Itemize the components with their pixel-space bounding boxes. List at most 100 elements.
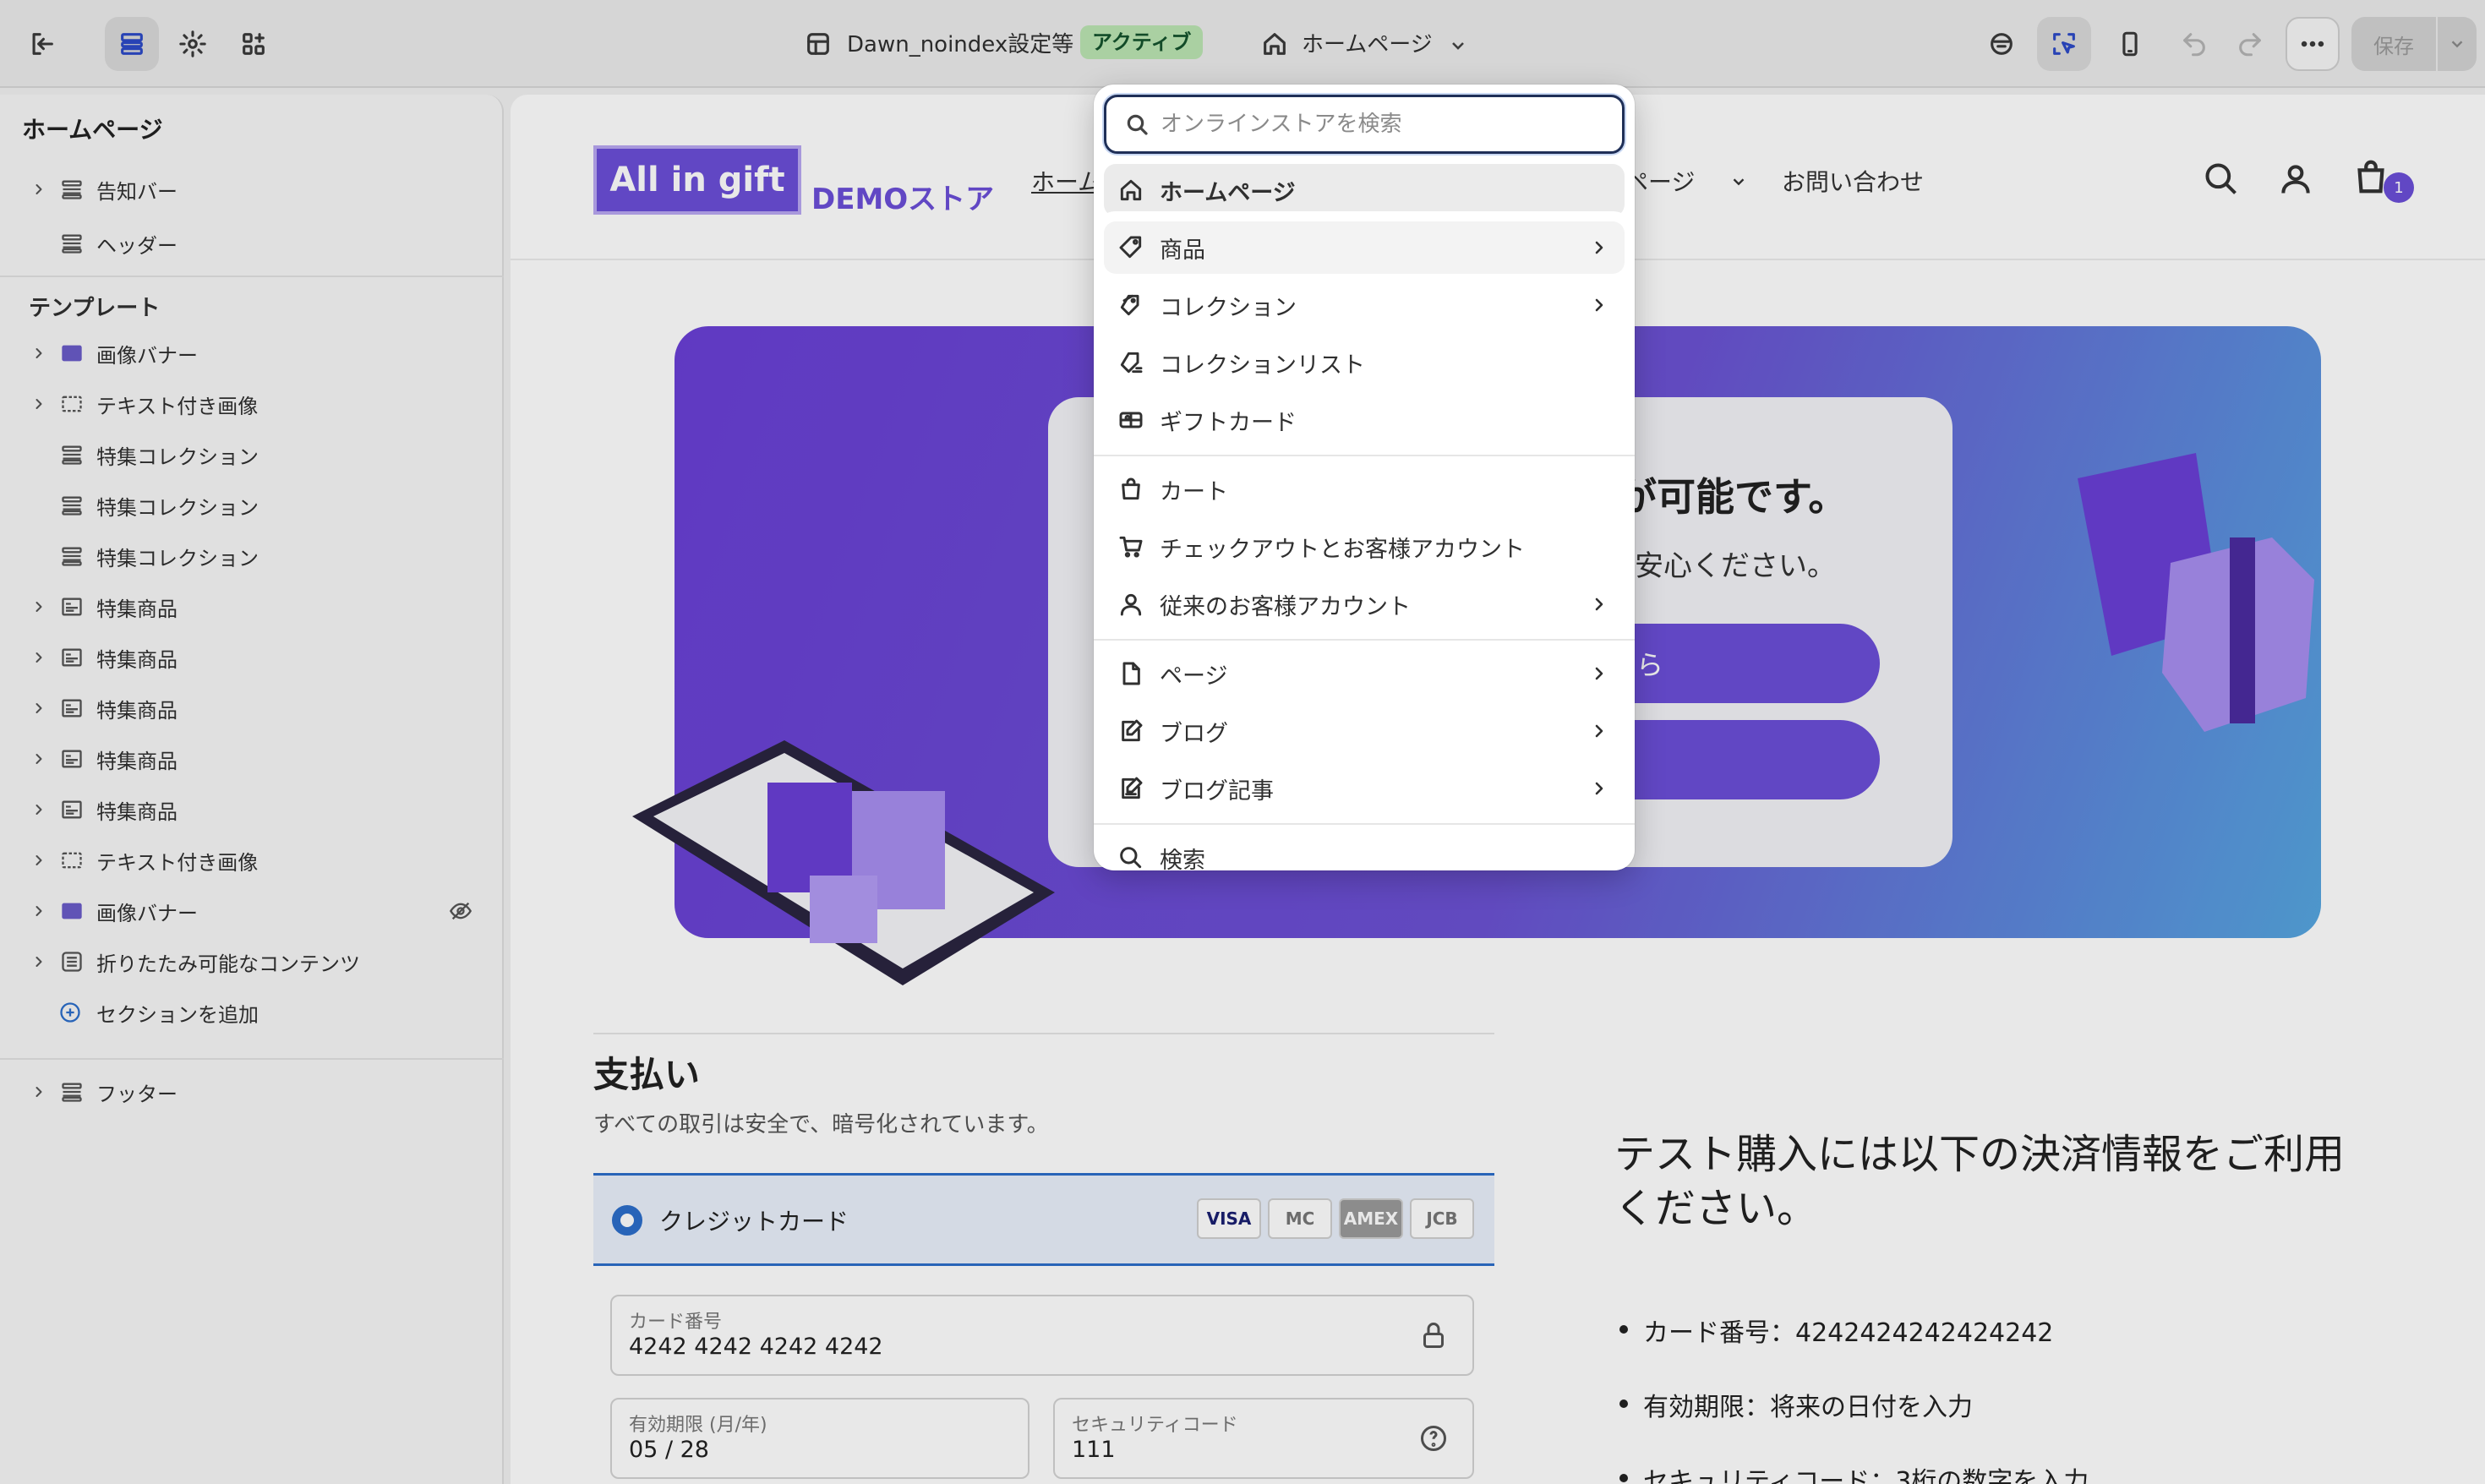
nav-pages[interactable]: ページ (1625, 164, 1695, 198)
chevron-right-icon[interactable] (30, 598, 47, 615)
card-number-label: カード番号 (629, 1312, 723, 1333)
menu-item-label: ギフトカード (1160, 409, 1297, 436)
sidebar-section-item[interactable]: 特集コレクション (0, 532, 504, 580)
credit-card-radio[interactable] (612, 1205, 642, 1236)
menu-item[interactable]: コレクション (1104, 279, 1625, 331)
chevron-right-icon[interactable] (30, 750, 47, 767)
blog-post-icon (1117, 775, 1144, 802)
sidebar-item-label: 特集商品 (96, 647, 178, 672)
sidebar-section-item[interactable]: フッター (0, 1068, 504, 1116)
theme-name: Dawn_noindex設定等 (847, 32, 1074, 57)
sidebar-section-item[interactable]: 特集商品 (0, 583, 504, 630)
menu-item[interactable]: ページ (1104, 647, 1625, 700)
sidebar-section-item[interactable]: 折りたたみ可能なコンテンツ (0, 938, 504, 985)
sidebar-item-label: 特集商品 (96, 749, 178, 773)
account-icon[interactable] (2277, 161, 2314, 198)
chevron-right-icon[interactable] (30, 396, 47, 412)
template-picker-dropdown: ホームページ商品コレクションコレクションリストギフトカードカートチェックアウトと… (1094, 85, 1635, 874)
sidebar-section-item[interactable]: 特集商品 (0, 786, 504, 833)
page-icon (1117, 660, 1144, 687)
bag-icon (1117, 476, 1144, 503)
sidebar-section-item[interactable]: 特集コレクション (0, 431, 504, 478)
menu-item[interactable]: 検索 (1104, 832, 1625, 884)
menu-item[interactable]: ブログ記事 (1104, 762, 1625, 815)
inspector-icon[interactable] (1974, 17, 2029, 71)
payment-title: 支払い (593, 1054, 701, 1095)
nav-home[interactable]: ホーム (1031, 164, 1101, 198)
sidebar-item-label: 特集商品 (96, 698, 178, 723)
menu-item[interactable]: 商品 (1104, 221, 1625, 274)
menu-item[interactable]: カート (1104, 463, 1625, 516)
banner-heading: が可能です。 (1618, 474, 1848, 520)
chevron-right-icon[interactable] (30, 801, 47, 818)
undo-icon[interactable] (2167, 17, 2221, 71)
menu-item[interactable]: チェックアウトとお客様アカウント (1104, 521, 1625, 573)
sidebar-section-item[interactable]: ヘッダー (0, 220, 504, 267)
menu-item-label: カート (1160, 478, 1228, 505)
template-heading: テンプレート (29, 296, 161, 321)
image-text-icon (59, 391, 85, 417)
menu-item-label: 従来のお客様アカウント (1160, 593, 1411, 620)
cart-count-badge: 1 (2384, 172, 2414, 203)
store-logo[interactable]: All in gift (593, 145, 801, 215)
chevron-right-icon[interactable] (30, 700, 47, 717)
save-button[interactable]: 保存 (2351, 17, 2436, 71)
search-icon[interactable] (2203, 161, 2240, 198)
menu-item-label: コレクションリスト (1160, 352, 1365, 379)
expiry-label: 有効期限 (月/年) (629, 1415, 767, 1436)
section-icon (59, 543, 85, 569)
chevron-right-icon[interactable] (30, 953, 47, 970)
sidebar-item-label: 特集コレクション (96, 495, 259, 520)
exit-icon[interactable] (15, 17, 69, 71)
cart-icon (1117, 533, 1144, 560)
sidebar-section-item[interactable]: 画像バナー (0, 887, 504, 935)
nav-contact[interactable]: お問い合わせ (1782, 164, 1924, 198)
gear-icon[interactable] (166, 17, 220, 71)
eye-off-icon[interactable] (448, 898, 473, 924)
help-icon[interactable] (1418, 1423, 1449, 1454)
image-banner-icon (59, 898, 85, 924)
chevron-right-icon[interactable] (30, 181, 47, 198)
menu-item-label: 検索 (1160, 847, 1205, 874)
more-icon[interactable] (2286, 17, 2340, 71)
sidebar-section-item[interactable]: 告知バー (0, 166, 504, 213)
section-icon (59, 1079, 85, 1105)
chevron-right-icon[interactable] (30, 852, 47, 869)
apps-icon[interactable] (227, 17, 281, 71)
sidebar-section-item[interactable]: 特集商品 (0, 634, 504, 681)
menu-item[interactable]: ギフトカード (1104, 394, 1625, 446)
sidebar-section-item[interactable]: 特集商品 (0, 685, 504, 732)
save-options-button[interactable] (2438, 17, 2477, 71)
sidebar-item-label: 特集商品 (96, 799, 178, 824)
store-search-input[interactable] (1161, 106, 1608, 143)
chevron-right-icon[interactable] (30, 649, 47, 666)
sections-tab-icon[interactable] (105, 17, 159, 71)
phone-illustration (632, 740, 1055, 985)
chevron-right-icon[interactable] (30, 1083, 47, 1100)
sidebar-section-item[interactable]: テキスト付き画像 (0, 380, 504, 428)
chevron-right-icon[interactable] (30, 903, 47, 919)
chevron-right-icon[interactable] (30, 345, 47, 362)
sidebar-item-label: フッター (96, 1082, 178, 1106)
search-icon (1125, 112, 1150, 138)
menu-item[interactable]: コレクションリスト (1104, 336, 1625, 389)
menu-item[interactable]: ブログ (1104, 705, 1625, 757)
sidebar-section-item[interactable]: 画像バナー (0, 330, 504, 377)
sidebar-section-item[interactable]: 特集商品 (0, 735, 504, 783)
menu-item-label: 商品 (1160, 237, 1205, 264)
sidebar-divider (0, 276, 504, 277)
store-logo-sub: DEMOストア (811, 183, 995, 216)
person-icon (1117, 591, 1144, 618)
menu-item[interactable]: 従来のお客様アカウント (1104, 578, 1625, 630)
sidebar-section-item[interactable]: 特集コレクション (0, 482, 504, 529)
product-icon (59, 594, 85, 619)
mobile-preview-icon[interactable] (2103, 17, 2157, 71)
add-section-button[interactable]: セクションを追加 (0, 989, 504, 1036)
section-icon (59, 442, 85, 467)
sidebar-section-item[interactable]: テキスト付き画像 (0, 837, 504, 884)
select-cursor-icon[interactable] (2037, 17, 2091, 71)
cvc-label: セキュリティコード (1072, 1415, 1238, 1436)
menu-item[interactable]: ホームページ (1104, 164, 1625, 216)
page-selector[interactable]: ホームページ (1302, 27, 1468, 58)
redo-icon[interactable] (2223, 17, 2277, 71)
